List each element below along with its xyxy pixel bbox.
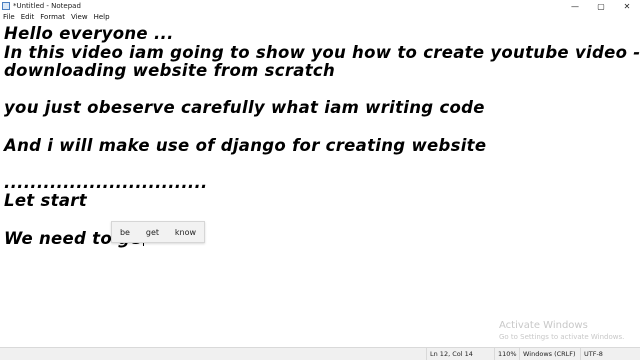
autocomplete-popup: be get know <box>111 221 205 243</box>
menu-view[interactable]: View <box>68 13 91 21</box>
editor-line: downloading website from scratch <box>4 61 336 81</box>
editor-line: In this video iam going to show you how … <box>4 42 640 62</box>
notepad-icon <box>2 2 10 10</box>
activation-watermark: Activate Windows Go to Settings to activ… <box>499 320 624 342</box>
watermark-subtitle: Go to Settings to activate Windows. <box>499 333 625 341</box>
menu-file[interactable]: File <box>0 13 18 21</box>
text-editor[interactable]: Hello everyone ... In this video iam goi… <box>0 22 640 347</box>
menu-bar: File Edit Format View Help <box>0 12 640 22</box>
suggestion-item[interactable]: know <box>172 228 199 237</box>
maximize-button[interactable]: ▢ <box>588 0 614 12</box>
status-bar: Ln 12, Col 14 110% Windows (CRLF) UTF-8 <box>0 347 640 360</box>
menu-help[interactable]: Help <box>91 13 113 21</box>
editor-line: you just obeserve carefully what iam wri… <box>4 98 485 118</box>
menu-format[interactable]: Format <box>37 13 68 21</box>
watermark-title: Activate Windows <box>499 320 588 331</box>
close-button[interactable]: ✕ <box>614 0 640 12</box>
menu-edit[interactable]: Edit <box>18 13 38 21</box>
suggestion-item[interactable]: be <box>117 228 133 237</box>
editor-line: And i will make use of django for creati… <box>4 135 487 155</box>
encoding: UTF-8 <box>580 348 640 360</box>
editor-text[interactable]: Hello everyone ... In this video iam goi… <box>4 24 640 249</box>
zoom-level: 110% <box>494 348 518 360</box>
editor-line-current: We need to ge <box>4 229 636 249</box>
editor-line: Let start <box>4 191 87 211</box>
suggestion-item[interactable]: get <box>143 228 162 237</box>
cursor-position: Ln 12, Col 14 <box>426 348 490 360</box>
editor-line: ............................... <box>4 172 208 192</box>
title-bar: *Untitled - Notepad — ▢ ✕ <box>0 0 640 12</box>
editor-line: Hello everyone ... <box>4 24 174 43</box>
minimize-button[interactable]: — <box>562 0 588 12</box>
window-title: *Untitled - Notepad <box>13 2 81 10</box>
line-ending: Windows (CRLF) <box>519 348 579 360</box>
window-controls: — ▢ ✕ <box>562 0 640 12</box>
